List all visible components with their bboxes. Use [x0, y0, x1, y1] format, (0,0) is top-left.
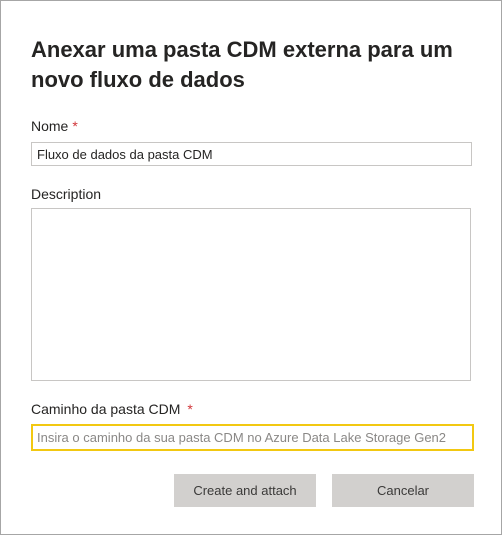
cdm-path-label-text: Caminho da pasta CDM: [31, 401, 181, 417]
cdm-path-label: Caminho da pasta CDM *: [31, 401, 193, 417]
name-required-marker: *: [72, 118, 78, 134]
name-input[interactable]: [31, 142, 472, 166]
description-textarea[interactable]: [31, 208, 471, 381]
cdm-path-input[interactable]: [31, 424, 474, 451]
dialog-title: Anexar uma pasta CDM externa para um nov…: [31, 37, 453, 92]
name-label: Nome *: [31, 118, 78, 134]
cdm-path-required-marker: *: [187, 401, 193, 417]
create-and-attach-button[interactable]: Create and attach: [174, 474, 316, 507]
description-label: Description: [31, 186, 102, 202]
cancel-button[interactable]: Cancelar: [332, 474, 474, 507]
name-label-text: Nome: [31, 118, 69, 134]
attach-cdm-dialog: Anexar uma pasta CDM externa para um nov…: [0, 0, 502, 535]
